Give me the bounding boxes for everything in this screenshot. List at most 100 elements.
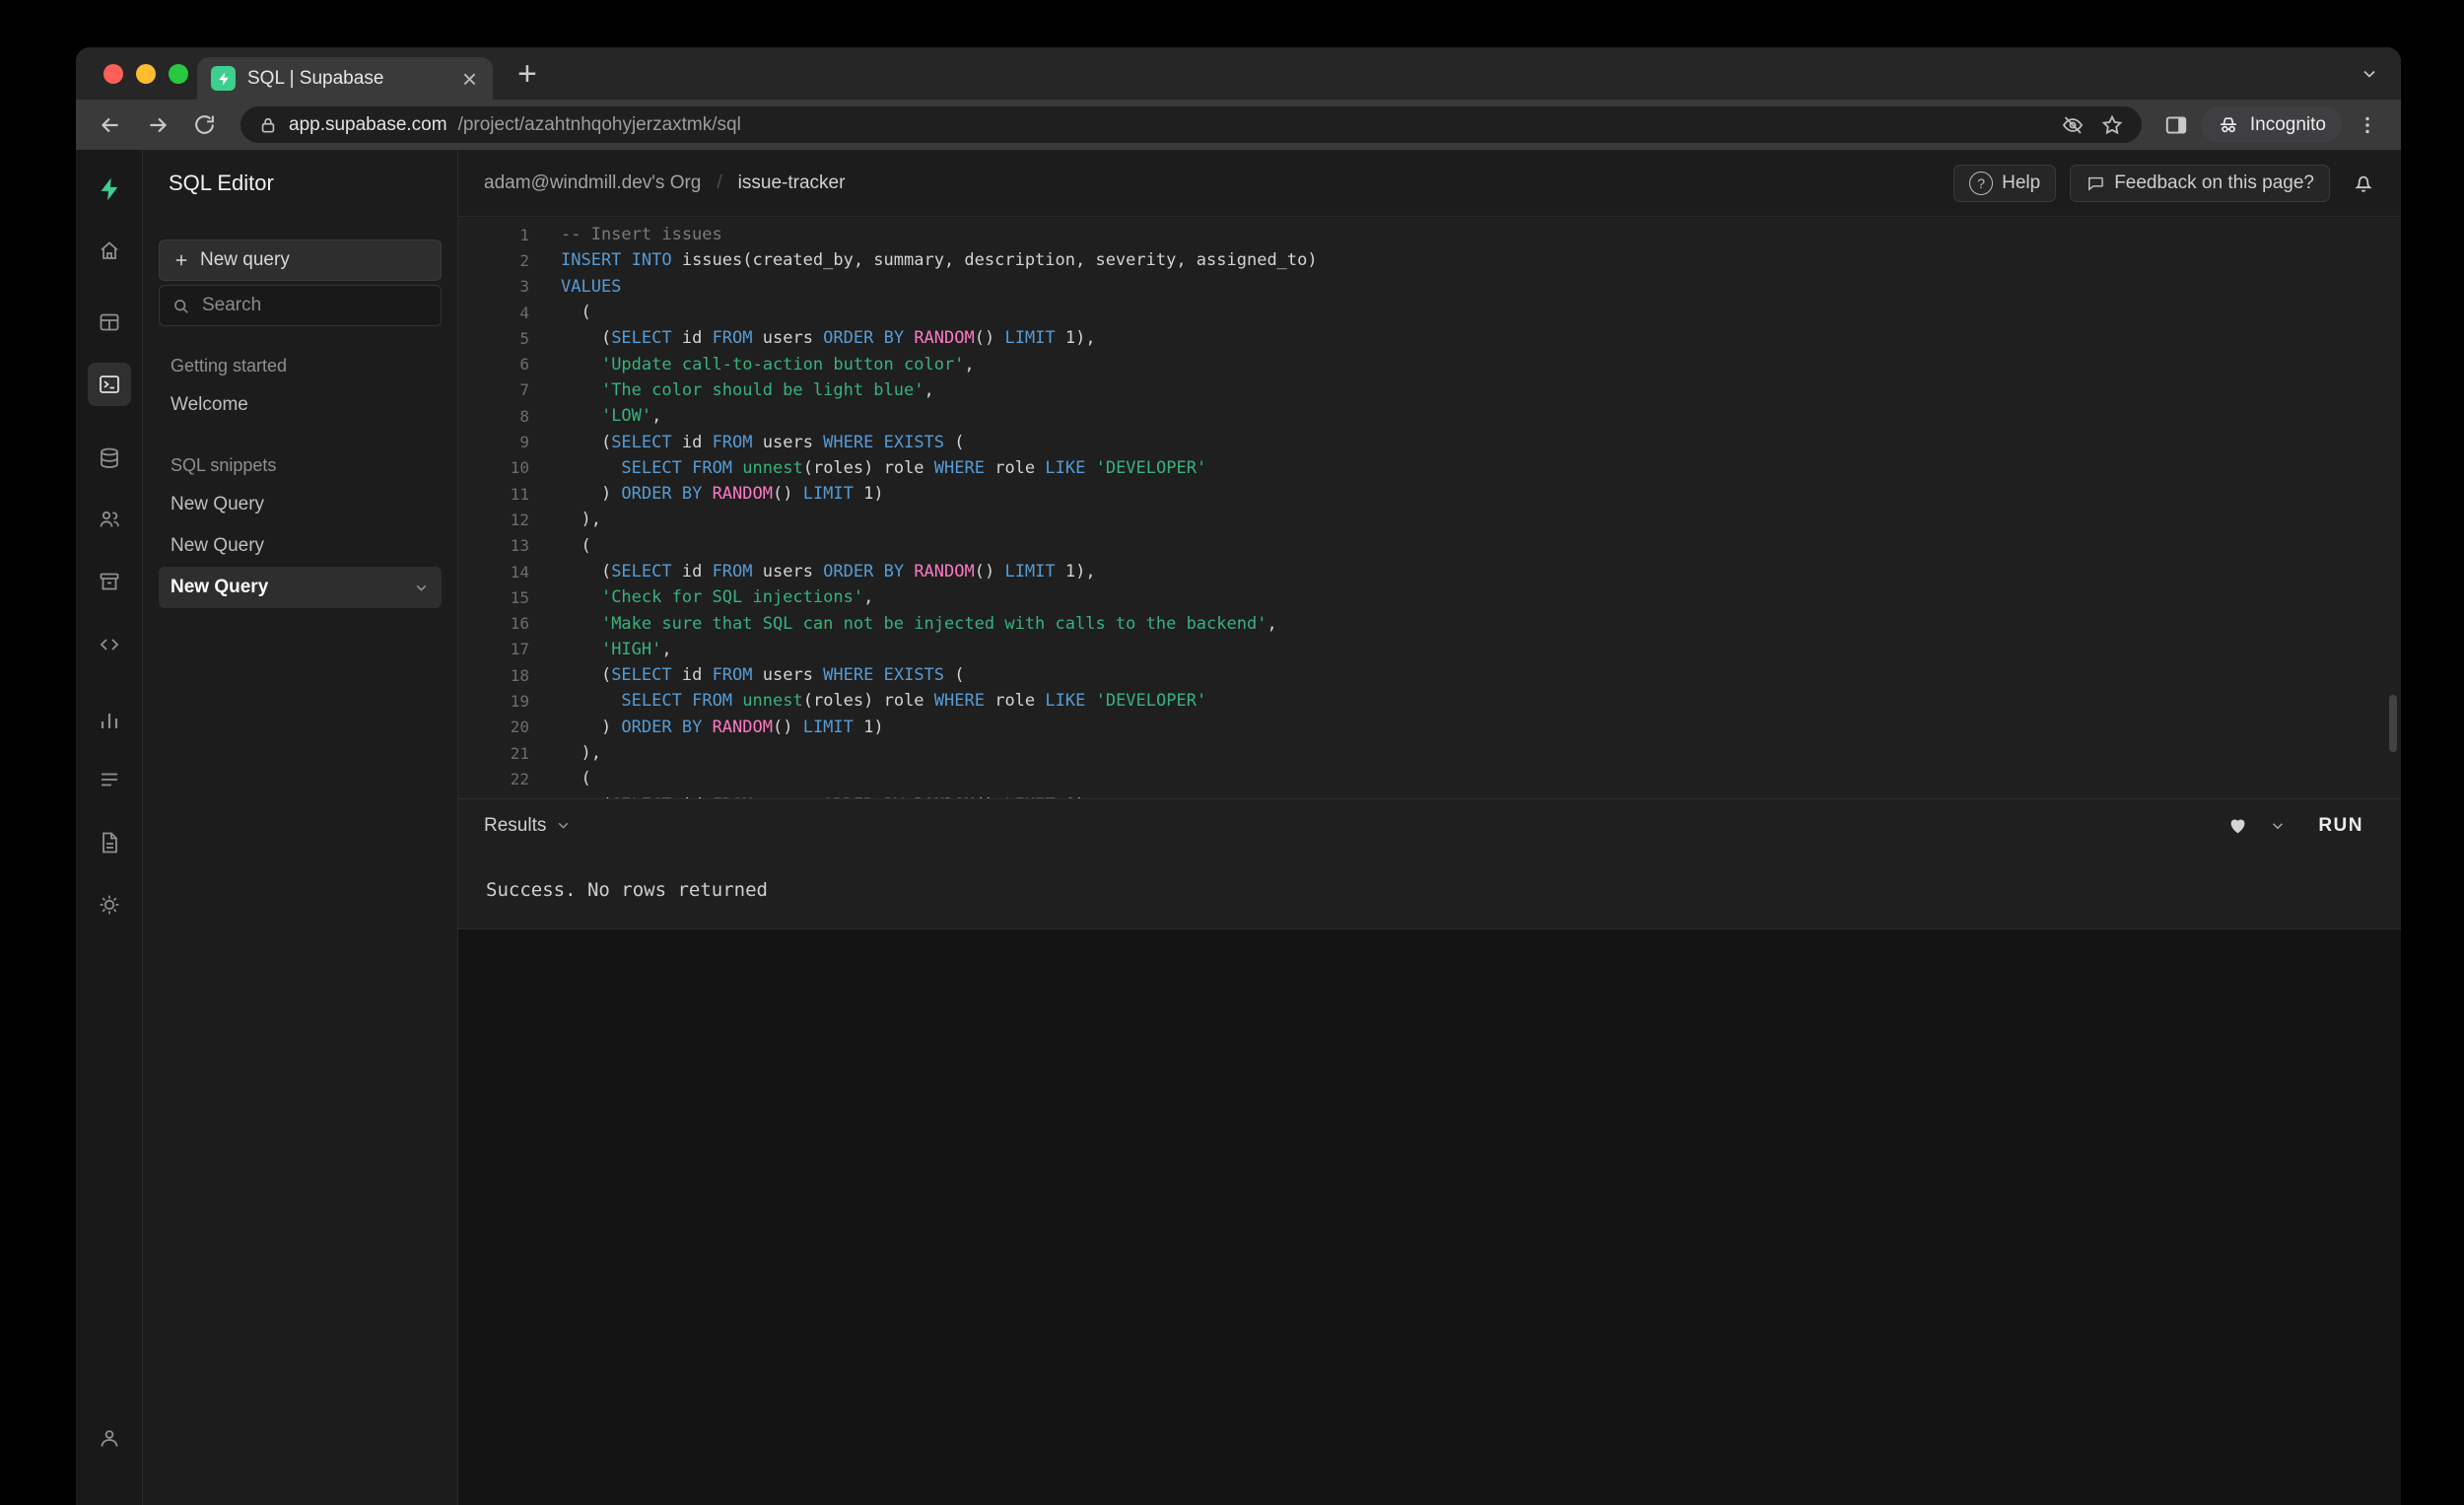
minimize-window-button[interactable] (136, 64, 156, 84)
code-text: ), (561, 743, 601, 764)
results-empty-area (458, 928, 2401, 1505)
table-editor-icon[interactable] (88, 301, 131, 344)
line-number: 10 (510, 458, 529, 478)
breadcrumb-project[interactable]: issue-tracker (738, 172, 846, 194)
code-text: 'Make sure that SQL can not be injected … (600, 613, 1277, 634)
code-text: SELECT FROM unnest(roles) role WHERE rol… (621, 691, 1207, 712)
line-number: 16 (510, 614, 529, 634)
code-text: 'LOW', (600, 406, 662, 427)
api-code-icon[interactable] (88, 623, 131, 666)
code-text: INSERT INTO issues(created_by, summary, … (561, 250, 1318, 271)
sql-editor-sidebar: SQL Editor New query Getting started Welc… (143, 150, 458, 1505)
code-line: 3 VALUES (458, 274, 2401, 300)
editor-scrollbar-thumb[interactable] (2389, 695, 2397, 752)
home-icon[interactable] (88, 229, 131, 272)
favorite-heart-icon[interactable] (2226, 814, 2249, 837)
logs-list-icon[interactable] (88, 758, 131, 801)
new-query-label: New query (200, 249, 290, 270)
code-line: 14 (SELECT id FROM users ORDER BY RANDOM… (458, 559, 2401, 584)
maximize-window-button[interactable] (169, 64, 188, 84)
sql-code-editor[interactable]: 1 -- Insert issues 2 INSERT INTO issues(cre… (458, 217, 2401, 798)
code-line: 5 (SELECT id FROM users ORDER BY RANDOM(… (458, 325, 2401, 351)
main-header: adam@windmill.dev's Org / issue-tracker … (458, 150, 2401, 217)
code-text: 'Update call-to-action button color', (600, 354, 975, 375)
close-window-button[interactable] (103, 64, 123, 84)
tab-strip: SQL | Supabase × + (76, 47, 2401, 100)
storage-icon[interactable] (88, 560, 131, 603)
line-number: 4 (519, 303, 529, 322)
lock-icon (258, 115, 278, 135)
code-line: 21 ), (458, 740, 2401, 766)
sidebar-item-new-query[interactable]: New Query (159, 567, 442, 608)
line-number: 22 (510, 769, 529, 788)
incognito-icon (2217, 113, 2240, 137)
account-icon[interactable] (88, 1416, 131, 1460)
search-input[interactable] (200, 294, 429, 317)
results-dropdown[interactable]: Results (484, 815, 572, 837)
sql-editor-icon[interactable] (87, 363, 131, 406)
sidebar-title: SQL Editor (169, 170, 274, 195)
new-tab-button[interactable]: + (517, 55, 537, 94)
code-line: 18 (SELECT id FROM users WHERE EXISTS ( (458, 662, 2401, 688)
side-panel-icon[interactable] (2163, 112, 2189, 138)
forward-button[interactable] (137, 108, 178, 142)
line-number: 13 (510, 536, 529, 556)
sidebar-item-welcome[interactable]: Welcome (159, 384, 442, 426)
docs-icon[interactable] (88, 821, 131, 864)
breadcrumb-separator: / (717, 171, 722, 193)
code-text: 'The color should be light blue', (600, 379, 934, 400)
code-line: 15 'Check for SQL injections', (458, 584, 2401, 610)
notifications-bell-icon[interactable] (2352, 171, 2375, 195)
feedback-button[interactable]: Feedback on this page? (2070, 164, 2330, 202)
line-number: 15 (510, 587, 529, 607)
auth-users-icon[interactable] (88, 498, 131, 541)
browser-menu-icon[interactable] (2356, 113, 2379, 137)
results-output: Success. No rows returned (458, 852, 2401, 929)
database-icon[interactable] (88, 437, 131, 480)
reports-chart-icon[interactable] (88, 699, 131, 742)
browser-tab[interactable]: SQL | Supabase × (197, 57, 493, 100)
code-text: (SELECT id FROM users ORDER BY RANDOM() … (529, 795, 1096, 798)
code-text: VALUES (561, 276, 622, 297)
tab-search-chevron-icon[interactable] (2360, 64, 2379, 84)
results-label: Results (484, 814, 547, 836)
line-number: 6 (519, 355, 529, 375)
reload-button[interactable] (184, 108, 225, 141)
results-bar: Results RUN (458, 797, 2401, 853)
line-number: 8 (519, 406, 529, 426)
breadcrumb-org[interactable]: adam@windmill.dev's Org (484, 172, 701, 194)
sidebar-item-new-query[interactable]: New Query (159, 484, 442, 525)
code-line: 11 ) ORDER BY RANDOM() LIMIT 1) (458, 481, 2401, 507)
code-text: ), (561, 510, 601, 530)
code-line: 23 (SELECT id FROM users ORDER BY RANDOM… (458, 792, 2401, 798)
settings-gear-icon[interactable] (88, 883, 131, 926)
plus-icon (172, 251, 190, 269)
code-line: 12 ), (458, 507, 2401, 532)
back-button[interactable] (90, 108, 131, 142)
code-line: 20 ) ORDER BY RANDOM() LIMIT 1) (458, 715, 2401, 740)
code-line: 2 INSERT INTO issues(created_by, summary,… (458, 247, 2401, 273)
chat-bubble-icon (2086, 173, 2105, 193)
supabase-logo-icon[interactable] (88, 168, 131, 211)
code-text: 'Check for SQL injections', (600, 587, 874, 608)
eye-off-icon[interactable] (2061, 113, 2085, 137)
line-number: 7 (519, 380, 529, 400)
bookmark-star-icon[interactable] (2100, 113, 2124, 137)
code-line: 19 SELECT FROM unnest(roles) role WHERE … (458, 688, 2401, 714)
supabase-app: SQL Editor New query Getting started Welc… (76, 150, 2401, 1505)
new-query-button[interactable]: New query (159, 239, 442, 281)
sidebar-item-new-query[interactable]: New Query (159, 525, 442, 567)
sidebar-item-label: New Query (171, 535, 265, 556)
code-line: 16 'Make sure that SQL can not be inject… (458, 610, 2401, 636)
help-button[interactable]: ? Help (1953, 164, 2057, 202)
search-box[interactable] (159, 285, 442, 326)
line-number: 18 (510, 665, 529, 685)
run-options-chevron-icon[interactable] (2269, 817, 2287, 835)
run-button[interactable]: RUN (2306, 809, 2375, 843)
sidebar-section-label: SQL snippets (171, 455, 277, 475)
close-tab-icon[interactable]: × (460, 66, 479, 92)
line-number: 3 (519, 277, 529, 297)
code-line: 8 'LOW', (458, 403, 2401, 429)
sidebar-item-label: New Query (171, 577, 269, 597)
address-bar[interactable]: app.supabase.com/project/azahtnhqohyjerz… (240, 106, 2142, 143)
